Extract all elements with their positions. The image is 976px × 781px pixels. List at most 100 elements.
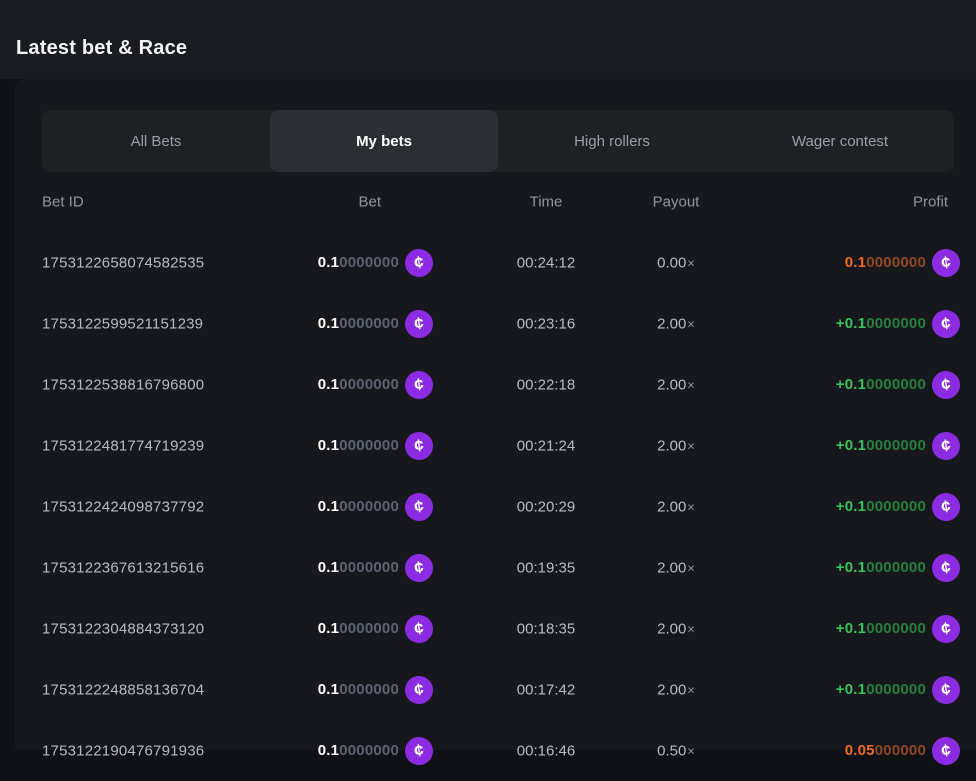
cent-coin-icon: ¢ <box>930 369 962 401</box>
payout-cell: 2.00× <box>657 376 695 393</box>
profit-amount: +0.10000000 <box>836 559 926 576</box>
bet-cell: 0.10000000 ¢ <box>318 493 433 521</box>
table-row: 1753122367613215616 0.10000000 ¢ 00:19:3… <box>42 537 960 598</box>
payout-cell: 2.00× <box>657 559 695 576</box>
time-cell: 00:19:35 <box>517 559 575 576</box>
bet-id-cell: 1753122599521151239 <box>42 315 203 332</box>
profit-amount: +0.10000000 <box>836 437 926 454</box>
page-header: Latest bet & Race <box>0 0 976 79</box>
profit-cell: +0.10000000 ¢ <box>836 676 960 704</box>
bet-id-cell: 1753122424098737792 <box>42 498 204 515</box>
cent-coin-icon: ¢ <box>930 308 962 340</box>
profit-amount: +0.10000000 <box>836 498 926 515</box>
cent-coin-icon: ¢ <box>403 247 435 279</box>
cent-coin-icon: ¢ <box>403 491 435 523</box>
header-bet: Bet <box>358 194 381 211</box>
bet-id-cell: 1753122367613215616 <box>42 559 204 576</box>
table-row: 1753122190476791936 0.10000000 ¢ 00:16:4… <box>42 720 960 781</box>
table-row: 1753122424098737792 0.10000000 ¢ 00:20:2… <box>42 476 960 537</box>
cent-coin-icon: ¢ <box>930 613 962 645</box>
bet-cell: 0.10000000 ¢ <box>318 249 433 277</box>
bet-id-cell: 1753122190476791936 <box>42 742 204 759</box>
payout-cell: 2.00× <box>657 681 695 698</box>
cent-coin-icon: ¢ <box>403 735 435 767</box>
profit-amount: 0.05000000 <box>845 742 926 759</box>
time-cell: 00:22:18 <box>517 376 575 393</box>
cent-coin-icon: ¢ <box>403 430 435 462</box>
bet-cell: 0.10000000 ¢ <box>318 615 433 643</box>
cent-coin-icon: ¢ <box>930 735 962 767</box>
profit-cell: +0.10000000 ¢ <box>836 493 960 521</box>
header-time: Time <box>530 194 563 211</box>
header-payout: Payout <box>653 194 700 211</box>
profit-amount: 0.10000000 <box>845 254 926 271</box>
profit-cell: +0.10000000 ¢ <box>836 432 960 460</box>
table-row: 1753122304884373120 0.10000000 ¢ 00:18:3… <box>42 598 960 659</box>
bet-amount: 0.10000000 <box>318 498 399 515</box>
bet-cell: 0.10000000 ¢ <box>318 554 433 582</box>
page-title: Latest bet & Race <box>16 37 187 60</box>
bet-cell: 0.10000000 ¢ <box>318 676 433 704</box>
time-cell: 00:18:35 <box>517 620 575 637</box>
cent-coin-icon: ¢ <box>403 308 435 340</box>
bet-cell: 0.10000000 ¢ <box>318 371 433 399</box>
profit-amount: +0.10000000 <box>836 681 926 698</box>
cent-coin-icon: ¢ <box>403 613 435 645</box>
profit-cell: +0.10000000 ¢ <box>836 371 960 399</box>
bet-amount: 0.10000000 <box>318 681 399 698</box>
table-row: 1753122658074582535 0.10000000 ¢ 00:24:1… <box>42 232 960 293</box>
profit-cell: +0.10000000 ¢ <box>836 615 960 643</box>
bet-amount: 0.10000000 <box>318 620 399 637</box>
profit-cell: 0.05000000 ¢ <box>845 737 960 765</box>
profit-amount: +0.10000000 <box>836 620 926 637</box>
bet-id-cell: 1753122481774719239 <box>42 437 204 454</box>
cent-coin-icon: ¢ <box>403 369 435 401</box>
table-row: 1753122599521151239 0.10000000 ¢ 00:23:1… <box>42 293 960 354</box>
bet-amount: 0.10000000 <box>318 559 399 576</box>
tab-all-bets[interactable]: All Bets <box>42 110 270 172</box>
bet-amount: 0.10000000 <box>318 376 399 393</box>
bets-table-body: 1753122658074582535 0.10000000 ¢ 00:24:1… <box>42 232 960 781</box>
bet-id-cell: 1753122538816796800 <box>42 376 204 393</box>
time-cell: 00:23:16 <box>517 315 575 332</box>
payout-cell: 0.00× <box>657 254 695 271</box>
cent-coin-icon: ¢ <box>930 552 962 584</box>
cent-coin-icon: ¢ <box>930 247 962 279</box>
bets-tabbar: All Bets My bets High rollers Wager cont… <box>42 110 954 172</box>
profit-cell: +0.10000000 ¢ <box>836 310 960 338</box>
table-row: 1753122538816796800 0.10000000 ¢ 00:22:1… <box>42 354 960 415</box>
bet-cell: 0.10000000 ¢ <box>318 310 433 338</box>
profit-amount: +0.10000000 <box>836 376 926 393</box>
time-cell: 00:21:24 <box>517 437 575 454</box>
table-header-row: Bet ID Bet Time Payout Profit <box>42 182 960 222</box>
profit-cell: +0.10000000 ¢ <box>836 554 960 582</box>
bet-amount: 0.10000000 <box>318 437 399 454</box>
header-bet-id: Bet ID <box>42 194 84 211</box>
cent-coin-icon: ¢ <box>930 674 962 706</box>
header-profit: Profit <box>913 194 948 211</box>
bet-id-cell: 1753122304884373120 <box>42 620 204 637</box>
cent-coin-icon: ¢ <box>403 552 435 584</box>
bet-amount: 0.10000000 <box>318 742 399 759</box>
bets-panel: All Bets My bets High rollers Wager cont… <box>15 79 976 750</box>
payout-cell: 2.00× <box>657 437 695 454</box>
tab-wager-contest[interactable]: Wager contest <box>726 110 954 172</box>
time-cell: 00:24:12 <box>517 254 575 271</box>
bet-cell: 0.10000000 ¢ <box>318 432 433 460</box>
cent-coin-icon: ¢ <box>403 674 435 706</box>
cent-coin-icon: ¢ <box>930 430 962 462</box>
profit-cell: 0.10000000 ¢ <box>845 249 960 277</box>
payout-cell: 0.50× <box>657 742 695 759</box>
cent-coin-icon: ¢ <box>930 491 962 523</box>
bet-id-cell: 1753122658074582535 <box>42 254 204 271</box>
tab-high-rollers[interactable]: High rollers <box>498 110 726 172</box>
table-row: 1753122248858136704 0.10000000 ¢ 00:17:4… <box>42 659 960 720</box>
tab-my-bets[interactable]: My bets <box>270 110 498 172</box>
payout-cell: 2.00× <box>657 498 695 515</box>
payout-cell: 2.00× <box>657 620 695 637</box>
bet-amount: 0.10000000 <box>318 315 399 332</box>
time-cell: 00:20:29 <box>517 498 575 515</box>
bet-cell: 0.10000000 ¢ <box>318 737 433 765</box>
table-row: 1753122481774719239 0.10000000 ¢ 00:21:2… <box>42 415 960 476</box>
time-cell: 00:17:42 <box>517 681 575 698</box>
